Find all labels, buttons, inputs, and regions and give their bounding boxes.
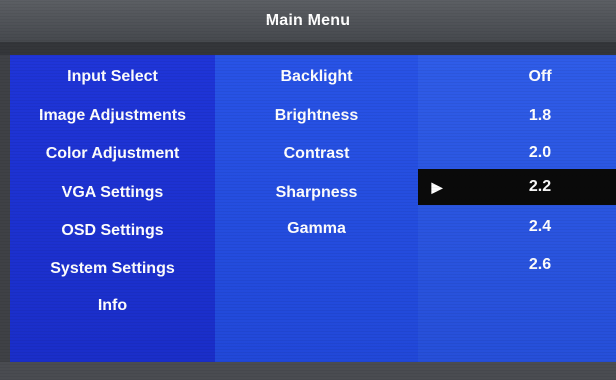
value-option-2-6[interactable]: 2.6 xyxy=(470,252,610,278)
submenu-item-label: Gamma xyxy=(287,220,346,237)
play-triangle-icon: ▶ xyxy=(431,178,443,195)
value-option-1-8[interactable]: 1.8 xyxy=(470,103,610,129)
footer-bar xyxy=(0,362,616,380)
submenu-item-label: Backlight xyxy=(280,68,353,85)
left-bezel-strip xyxy=(0,55,10,362)
submenu-item-gamma[interactable]: Gamma xyxy=(215,216,418,242)
value-option-2-0[interactable]: 2.0 xyxy=(470,140,610,166)
menu-item-info[interactable]: Info xyxy=(10,293,215,319)
header-divider xyxy=(0,42,616,55)
value-panel xyxy=(418,55,616,362)
submenu-item-backlight[interactable]: Backlight xyxy=(215,64,418,90)
submenu-item-label: Sharpness xyxy=(275,184,358,201)
menu-item-vga-settings[interactable]: VGA Settings xyxy=(10,180,215,206)
submenu-item-label: Brightness xyxy=(274,107,359,124)
menu-item-system-settings[interactable]: System Settings xyxy=(10,256,215,282)
value-option-label: 2.6 xyxy=(528,256,552,273)
submenu-item-label: Contrast xyxy=(283,145,350,162)
value-option-label: 2.2 xyxy=(528,178,552,195)
submenu-item-contrast[interactable]: Contrast xyxy=(215,141,418,167)
menu-item-label: Input Select xyxy=(67,68,158,85)
menu-item-label: Image Adjustments xyxy=(39,107,186,124)
osd-main-menu: Main Menu ▶ Input Select Image Adjustmen… xyxy=(0,0,616,380)
value-option-off[interactable]: Off xyxy=(470,64,610,90)
menu-item-label: OSD Settings xyxy=(61,222,164,239)
menu-item-label: System Settings xyxy=(50,260,175,277)
submenu-item-brightness[interactable]: Brightness xyxy=(215,103,418,129)
submenu-item-sharpness[interactable]: Sharpness xyxy=(215,180,418,206)
value-option-label: 2.0 xyxy=(528,144,552,161)
value-option-2-2-selected[interactable]: 2.2 xyxy=(470,174,610,200)
menu-item-image-adjustments[interactable]: Image Adjustments xyxy=(10,103,215,129)
menu-item-label: Info xyxy=(97,297,128,314)
menu-item-input-select[interactable]: Input Select xyxy=(10,64,215,90)
menu-item-label: Color Adjustment xyxy=(45,145,180,162)
submenu-panel xyxy=(215,55,418,362)
title-bar: Main Menu xyxy=(0,0,616,42)
menu-item-color-adjustment[interactable]: Color Adjustment xyxy=(10,141,215,167)
value-option-label: Off xyxy=(528,68,552,85)
page-title: Main Menu xyxy=(265,12,351,29)
value-option-2-4[interactable]: 2.4 xyxy=(470,214,610,240)
menu-item-osd-settings[interactable]: OSD Settings xyxy=(10,218,215,244)
menu-item-label: VGA Settings xyxy=(61,184,164,201)
value-option-label: 2.4 xyxy=(528,218,552,235)
value-option-label: 1.8 xyxy=(528,107,552,124)
